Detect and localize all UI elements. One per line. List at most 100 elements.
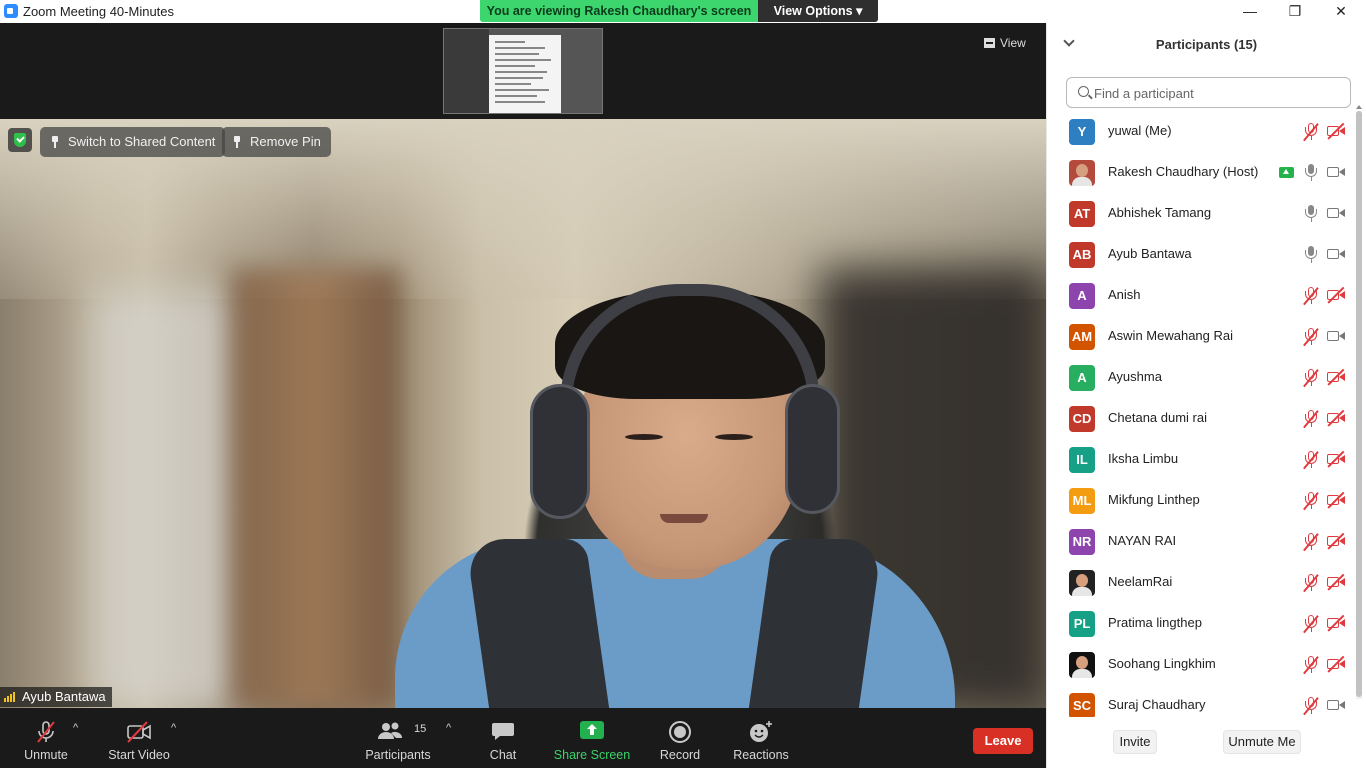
avatar-initials: AM [1069, 324, 1095, 350]
share-screen-button[interactable]: Share Screen [552, 708, 632, 768]
participant-row[interactable]: AM Aswin Mewahang Rai [1047, 316, 1353, 357]
remove-pin-button[interactable]: Remove Pin [222, 127, 331, 157]
grid-view-icon [984, 38, 995, 48]
avatar-initials: A [1069, 283, 1095, 309]
start-video-label: Start Video [108, 748, 170, 762]
mic-muted-icon [1304, 533, 1318, 551]
participant-row[interactable]: AB Ayub Bantawa [1047, 234, 1353, 275]
participant-row[interactable]: ML Mikfung Linthep [1047, 480, 1353, 521]
unmute-button[interactable]: Unmute [18, 708, 74, 768]
invite-button[interactable]: Invite [1113, 730, 1157, 754]
scroll-up-arrow-icon[interactable] [1356, 105, 1362, 109]
view-options-button[interactable]: View Options ▾ [758, 0, 878, 22]
participants-title: Participants (15) [1155, 37, 1258, 52]
reactions-button[interactable]: Reactions [730, 708, 792, 768]
camera-icon [1327, 207, 1345, 219]
camera-off-icon [1327, 289, 1345, 301]
camera-off-icon [1327, 535, 1345, 547]
mic-muted-icon [1304, 451, 1318, 469]
share-screen-icon [580, 721, 604, 739]
participant-name: Chetana dumi rai [1108, 410, 1207, 425]
mic-muted-icon [1304, 574, 1318, 592]
mic-icon [1304, 246, 1318, 264]
window-title: Zoom Meeting 40-Minutes [23, 4, 175, 19]
reactions-icon [750, 721, 772, 742]
mic-muted-icon [1304, 287, 1318, 305]
camera-icon [1327, 248, 1345, 260]
speaker-name-tag: Ayub Bantawa [0, 687, 112, 707]
avatar-initials: NR [1069, 529, 1095, 555]
mic-icon [1304, 205, 1318, 223]
participant-name: yuwal (Me) [1108, 123, 1172, 138]
participant-row[interactable]: A Ayushma [1047, 357, 1353, 398]
view-button[interactable]: View [984, 33, 1036, 53]
participants-options-caret[interactable]: ^ [446, 722, 451, 734]
participant-list: Yyuwal (Me) Rakesh Chaudhary (Host) AT Abhi… [1047, 111, 1353, 717]
participant-name: Iksha Limbu [1108, 451, 1179, 466]
participant-row[interactable]: CD Chetana dumi rai [1047, 398, 1353, 439]
record-button[interactable]: Record [656, 708, 704, 768]
participant-row[interactable]: NeelamRai [1047, 562, 1353, 603]
pin-icon [51, 136, 59, 148]
avatar-initials: AT [1069, 201, 1095, 227]
participant-row[interactable]: AT Abhishek Tamang [1047, 193, 1353, 234]
record-label: Record [659, 748, 701, 762]
mic-muted-icon [1304, 656, 1318, 674]
participant-name: Aswin Mewahang Rai [1108, 328, 1234, 343]
participant-row[interactable]: A Anish [1047, 275, 1353, 316]
participants-icon [378, 722, 403, 739]
remove-pin-label: Remove Pin [250, 134, 321, 149]
mic-muted-icon [1304, 697, 1318, 715]
scrollbar-thumb[interactable] [1356, 111, 1362, 697]
avatar-initials: PL [1069, 611, 1095, 637]
avatar-photo [1069, 652, 1095, 678]
participants-button[interactable]: 15 Participants [362, 708, 434, 768]
viewing-banner: You are viewing Rakesh Chaudhary's scree… [480, 0, 878, 22]
participant-row[interactable]: SC Suraj Chaudhary [1047, 685, 1353, 717]
participant-row[interactable]: Yyuwal (Me) [1047, 111, 1353, 152]
participant-list-scrollbar[interactable] [1356, 105, 1362, 699]
participant-name: Ayushma [1108, 369, 1162, 384]
switch-to-shared-content-button[interactable]: Switch to Shared Content [40, 127, 226, 157]
chat-button[interactable]: Chat [480, 708, 526, 768]
restore-button[interactable]: ❐ [1272, 0, 1318, 23]
thumbnail-strip: View [0, 23, 1046, 119]
participant-name: Pratima lingthep [1108, 615, 1202, 630]
participant-row[interactable]: NR NAYAN RAI [1047, 521, 1353, 562]
camera-icon [1327, 699, 1345, 711]
camera-off-icon [1327, 617, 1345, 629]
search-input[interactable] [1094, 83, 1344, 103]
participant-row[interactable]: PL Pratima lingthep [1047, 603, 1353, 644]
avatar-initials: IL [1069, 447, 1095, 473]
participant-row[interactable]: Soohang Lingkhim [1047, 644, 1353, 685]
avatar-initials: A [1069, 365, 1095, 391]
speaker-name: Ayub Bantawa [22, 689, 106, 704]
participant-name: Rakesh Chaudhary (Host) [1108, 164, 1259, 179]
camera-icon [1327, 330, 1345, 342]
avatar-initials: AB [1069, 242, 1095, 268]
leave-button[interactable]: Leave [973, 728, 1033, 754]
avatar-initials: Y [1069, 119, 1095, 145]
camera-off-icon [1327, 371, 1345, 383]
audio-options-caret[interactable]: ^ [73, 722, 78, 734]
close-button[interactable]: ✕ [1318, 0, 1364, 23]
minimize-button[interactable]: — [1227, 0, 1273, 23]
avatar-photo [1069, 160, 1095, 186]
participant-row[interactable]: Rakesh Chaudhary (Host) [1047, 152, 1353, 193]
participant-name: Mikfung Linthep [1108, 492, 1200, 507]
share-screen-label: Share Screen [553, 748, 631, 762]
meeting-toolbar: Unmute ^ Start Video ^ 15 Participants ^… [0, 708, 1046, 768]
participant-name: Ayub Bantawa [1108, 246, 1192, 261]
video-options-caret[interactable]: ^ [171, 722, 176, 734]
security-shield-icon[interactable] [8, 128, 32, 152]
participant-row[interactable]: IL Iksha Limbu [1047, 439, 1353, 480]
unmute-label: Unmute [24, 748, 68, 762]
shared-screen-thumbnail[interactable] [443, 28, 603, 114]
active-speaker-video [0, 119, 1046, 708]
unmute-me-button[interactable]: Unmute Me [1223, 730, 1301, 754]
mic-muted-icon [1304, 123, 1318, 141]
camera-off-icon [1327, 125, 1345, 137]
start-video-button[interactable]: Start Video [104, 708, 174, 768]
participant-name: Suraj Chaudhary [1108, 697, 1206, 712]
participant-search[interactable] [1066, 77, 1351, 108]
